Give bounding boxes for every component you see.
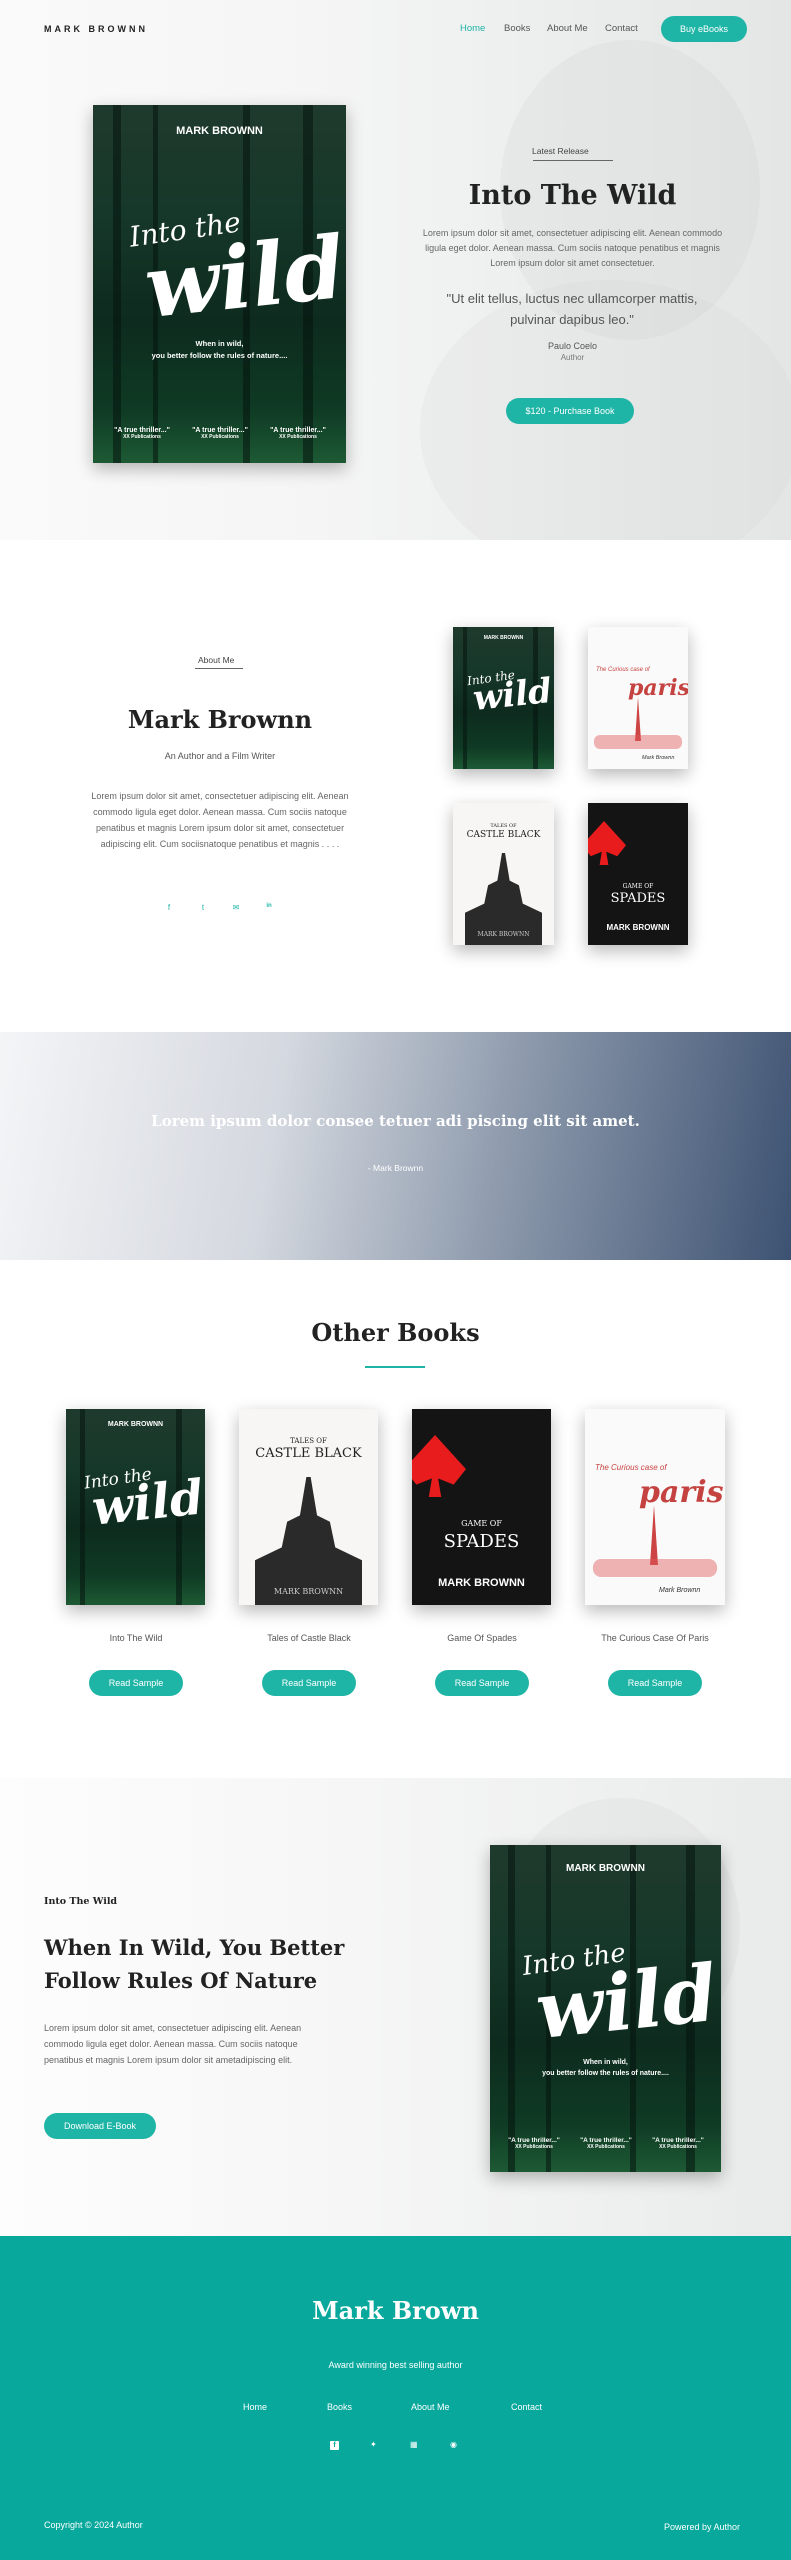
read-sample-button[interactable]: Read Sample — [89, 1670, 183, 1696]
mail-icon[interactable]: ✉ — [231, 903, 241, 913]
other-books-divider — [365, 1366, 425, 1368]
nav-books[interactable]: Books — [504, 23, 530, 34]
facebook-icon[interactable]: f — [164, 903, 174, 913]
cover-blurb-source: XX Publications — [201, 434, 239, 440]
footer-twitter-icon[interactable]: ✦ — [370, 2440, 377, 2449]
cover-tagline-2: you better follow the rules of nature...… — [151, 351, 288, 360]
book-name-castle: Tales of Castle Black — [267, 1633, 351, 1643]
promo-text: Lorem ipsum dolor sit amet, consectetuer… — [44, 2023, 302, 2065]
about-kicker-underline — [195, 668, 243, 669]
hero-description: Lorem ipsum dolor sit amet, consectetuer… — [422, 228, 723, 268]
quote-band: Lorem ipsum dolor consee tetuer adi pisc… — [0, 1032, 791, 1260]
hero-quote-author: Paulo Coelo — [547, 341, 598, 351]
cover-blurb-source: XX Publications — [279, 434, 317, 440]
promo-title-line-1: When In Wild, You Better — [44, 1935, 345, 1960]
hero-book-cover: MARK BROWNN Into the wild When in wild, … — [93, 105, 346, 463]
read-sample-button[interactable]: Read Sample — [262, 1670, 356, 1696]
cover-blurb-source: XX Publications — [123, 434, 161, 440]
about-role: An Author and a Film Writer — [164, 751, 276, 761]
book-name-spades: Game Of Spades — [447, 1633, 517, 1643]
cover-author: MARK BROWNN — [176, 125, 263, 137]
cover-blurb: "A true thriller..." — [114, 427, 170, 434]
footer-nav-home[interactable]: Home — [243, 2402, 267, 2412]
footer-copyright: Copyright © 2024 Author — [44, 2520, 143, 2530]
grid-cover-spades[interactable]: GAME OF SPADES MARK BROWNN — [588, 803, 688, 945]
grid-cover-wild[interactable]: MARK BROWNN Into the wild — [453, 627, 554, 769]
about-kicker: About Me — [198, 655, 235, 665]
nav-home[interactable]: Home — [460, 23, 485, 34]
footer-grid-icon[interactable]: ▦ — [410, 2440, 418, 2449]
book-card-cover-wild[interactable]: MARK BROWNN Into the wild — [66, 1409, 205, 1605]
site-logo[interactable]: MARK BROWNN — [44, 24, 148, 34]
book-card-cover-castle[interactable]: TALES OF CASTLE BLACK MARK BROWNN — [239, 1409, 378, 1605]
grid-cover-castle[interactable]: TALES OF CASTLE BLACK MARK BROWNN — [453, 803, 554, 945]
cover-blurb: "A true thriller..." — [192, 427, 248, 434]
footer-pinterest-icon[interactable]: ◉ — [450, 2440, 457, 2449]
book-card-cover-spades[interactable]: GAME OF SPADES MARK BROWNN — [412, 1409, 551, 1605]
book-card-cover-paris[interactable]: The Curious case of paris Mark Brownn — [585, 1409, 725, 1605]
promo-book-cover: MARK BROWNN Into the wild When in wild, … — [490, 1845, 721, 2172]
footer-name: Mark Brown — [312, 2296, 479, 2325]
twitter-icon[interactable]: t — [198, 903, 208, 913]
hero-kicker: Latest Release — [532, 146, 589, 156]
cover-blurb: "A true thriller..." — [270, 427, 326, 434]
kicker-underline — [533, 160, 613, 161]
footer-nav-about-me[interactable]: About Me — [411, 2402, 450, 2412]
footer-powered-by: Powered by Author — [664, 2522, 741, 2532]
nav-contact[interactable]: Contact — [605, 23, 638, 34]
linkedin-icon[interactable]: in — [264, 903, 274, 913]
promo-kicker: Into The Wild — [44, 1896, 118, 1907]
purchase-book-button[interactable]: $120 - Purchase Book — [506, 398, 634, 424]
read-sample-button[interactable]: Read Sample — [608, 1670, 702, 1696]
buy-ebooks-button[interactable]: Buy eBooks — [661, 16, 747, 42]
footer-nav-books[interactable]: Books — [327, 2402, 352, 2412]
hero-quote: "Ut elit tellus, luctus nec ullamcorper … — [446, 291, 698, 327]
footer-nav-contact[interactable]: Contact — [511, 2402, 542, 2412]
nav-about-me[interactable]: About Me — [547, 23, 588, 34]
site-header: MARK BROWNN Home Books About Me Contact … — [0, 0, 791, 56]
band-author: - Mark Brownn — [367, 1163, 424, 1173]
footer-facebook-icon[interactable]: f — [330, 2441, 339, 2450]
book-name-wild: Into The Wild — [109, 1633, 163, 1643]
band-quote: Lorem ipsum dolor consee tetuer adi pisc… — [151, 1112, 640, 1130]
cover-tagline-1: When in wild, — [195, 339, 244, 348]
read-sample-button[interactable]: Read Sample — [435, 1670, 529, 1696]
book-name-paris: The Curious Case Of Paris — [601, 1633, 709, 1643]
about-name: Mark Brownn — [127, 705, 313, 734]
grid-cover-paris[interactable]: The Curious case of paris Mark Brownn — [588, 627, 688, 769]
download-ebook-button[interactable]: Download E-Book — [44, 2113, 156, 2139]
site-footer: Mark Brown Award winning best selling au… — [0, 2236, 791, 2560]
hero-title: Into The Wild — [468, 180, 677, 211]
footer-tagline: Award winning best selling author — [328, 2360, 463, 2370]
about-text: Lorem ipsum dolor sit amet, consectetuer… — [91, 791, 349, 849]
hero-quote-role: Author — [560, 353, 585, 362]
cover-wild-text: wild — [140, 216, 346, 339]
other-books-title: Other Books — [311, 1318, 480, 1347]
promo-title-line-2: Follow Rules Of Nature — [44, 1968, 318, 1993]
